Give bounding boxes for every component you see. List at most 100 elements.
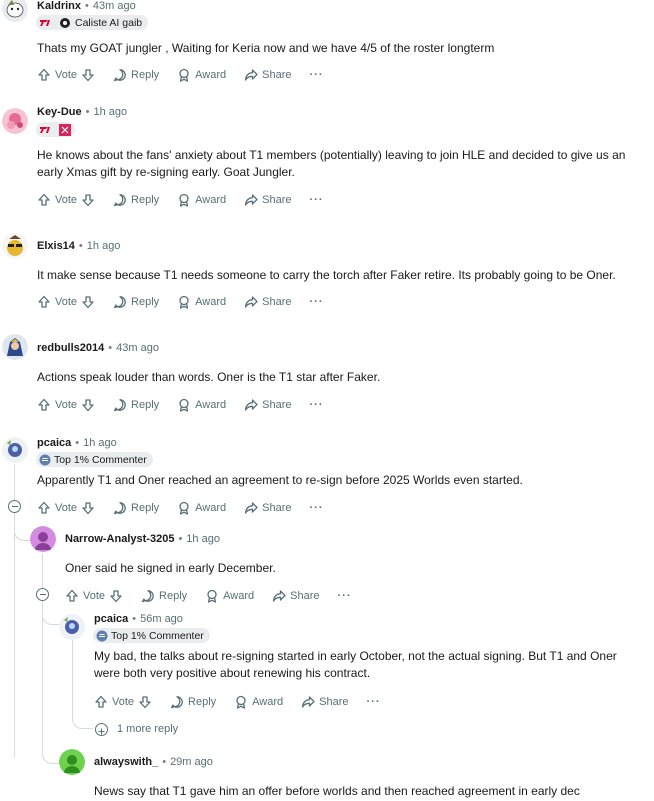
avatar[interactable] xyxy=(2,437,28,463)
timestamp[interactable]: 1h ago xyxy=(83,437,117,449)
more-options-button[interactable]: ··· xyxy=(310,399,324,411)
award-button[interactable]: Award xyxy=(177,501,226,515)
share-icon xyxy=(244,502,258,514)
upvote-icon[interactable] xyxy=(37,193,51,207)
username[interactable]: Elxis14 xyxy=(37,240,75,252)
upvote-icon[interactable] xyxy=(37,398,51,412)
reply-button[interactable]: Reply xyxy=(113,398,159,412)
timestamp[interactable]: 43m ago xyxy=(116,342,159,354)
share-button[interactable]: Share xyxy=(272,589,320,603)
upvote-icon[interactable] xyxy=(37,68,51,82)
share-button[interactable]: Share xyxy=(244,501,292,515)
award-icon xyxy=(179,193,189,207)
reply-icon xyxy=(113,399,126,412)
more-options-button[interactable]: ··· xyxy=(310,194,324,206)
avatar[interactable] xyxy=(2,108,28,134)
thread-line-pcaica-children xyxy=(14,512,15,757)
timestamp[interactable]: 1h ago xyxy=(186,533,220,545)
downvote-icon[interactable] xyxy=(138,695,152,709)
comment-body: Apparently T1 and Oner reached an agreem… xyxy=(37,473,523,487)
share-icon xyxy=(244,194,258,206)
avatar[interactable] xyxy=(2,334,28,360)
reply-button[interactable]: Reply xyxy=(141,589,187,603)
timestamp[interactable]: 29m ago xyxy=(170,756,213,768)
timestamp[interactable]: 1h ago xyxy=(93,106,127,118)
downvote-icon[interactable] xyxy=(81,398,95,412)
downvote-icon[interactable] xyxy=(81,68,95,82)
share-button[interactable]: Share xyxy=(244,193,292,207)
timestamp[interactable]: 43m ago xyxy=(93,0,136,12)
emblem-icon xyxy=(59,123,71,136)
share-button[interactable]: Share xyxy=(244,398,292,412)
reply-icon xyxy=(113,296,126,309)
username[interactable]: Key-Due xyxy=(37,106,82,118)
avatar[interactable] xyxy=(59,749,85,775)
username[interactable]: Narrow-Analyst-3205 xyxy=(65,533,174,545)
username[interactable]: pcaica xyxy=(37,437,71,449)
avatar[interactable] xyxy=(2,0,28,22)
username[interactable]: redbulls2014 xyxy=(37,342,104,354)
user-flair: Top 1% Commenter xyxy=(93,628,210,643)
reply-button[interactable]: Reply xyxy=(113,295,159,309)
separator-dot: • xyxy=(85,0,89,12)
thread-curve-more-replies xyxy=(72,714,93,729)
award-button[interactable]: Award xyxy=(177,68,226,82)
reply-button[interactable]: Reply xyxy=(170,695,216,709)
expand-replies-icon[interactable] xyxy=(95,723,108,736)
award-button[interactable]: Award xyxy=(205,589,254,603)
thread-line-narrow-children xyxy=(42,600,43,746)
more-options-button[interactable]: ··· xyxy=(338,590,352,602)
collapse-thread-button[interactable] xyxy=(36,588,49,601)
timestamp[interactable]: 1h ago xyxy=(87,240,121,252)
comment-actions: Vote Reply Award Share ··· xyxy=(37,66,324,84)
downvote-icon[interactable] xyxy=(81,193,95,207)
flair-text: Caliste AI gaib xyxy=(75,16,143,29)
timestamp[interactable]: 56m ago xyxy=(140,613,183,625)
top-commenter-icon xyxy=(96,630,108,641)
share-button[interactable]: Share xyxy=(244,68,292,82)
avatar[interactable] xyxy=(30,526,56,552)
more-options-button[interactable]: ··· xyxy=(367,696,381,708)
avatar[interactable] xyxy=(59,614,85,640)
comment-actions: Vote Reply Award Share ··· xyxy=(37,396,324,414)
more-replies-link[interactable]: 1 more reply xyxy=(117,723,178,735)
award-button[interactable]: Award xyxy=(177,295,226,309)
share-icon xyxy=(244,399,258,411)
upvote-icon[interactable] xyxy=(37,295,51,309)
thread-curve-alwayswith xyxy=(42,745,59,764)
upvote-icon[interactable] xyxy=(37,501,51,515)
share-button[interactable]: Share xyxy=(301,695,349,709)
upvote-icon[interactable] xyxy=(94,695,108,709)
comment-actions: Vote Reply Award Share ··· xyxy=(37,191,324,209)
thread-curve-narrow xyxy=(14,520,31,541)
separator-dot: • xyxy=(108,342,113,354)
user-flair: Caliste AI gaib xyxy=(36,15,149,30)
more-options-button[interactable]: ··· xyxy=(310,69,324,81)
comment-actions: Vote Reply Award Share ··· xyxy=(94,693,381,711)
vote-group: Vote xyxy=(94,695,152,709)
award-button[interactable]: Award xyxy=(177,398,226,412)
username[interactable]: alwayswith_ xyxy=(94,756,158,768)
comment-actions: Vote Reply Award Share ··· xyxy=(37,293,324,311)
upvote-icon[interactable] xyxy=(65,589,79,603)
downvote-icon[interactable] xyxy=(81,295,95,309)
thread-line-pcaica-reply xyxy=(72,640,73,720)
award-button[interactable]: Award xyxy=(234,695,283,709)
more-options-button[interactable]: ··· xyxy=(310,296,324,308)
share-button[interactable]: Share xyxy=(244,295,292,309)
more-options-button[interactable]: ··· xyxy=(310,502,324,514)
flair-text: Top 1% Commenter xyxy=(111,629,204,642)
username[interactable]: pcaica xyxy=(94,613,128,625)
downvote-icon[interactable] xyxy=(109,589,123,603)
reply-button[interactable]: Reply xyxy=(113,193,159,207)
downvote-icon[interactable] xyxy=(81,501,95,515)
avatar[interactable] xyxy=(2,233,28,259)
reply-icon xyxy=(141,590,154,603)
collapse-thread-button[interactable] xyxy=(8,500,21,513)
comment-actions: Vote Reply Award Share ··· xyxy=(65,587,352,605)
reply-button[interactable]: Reply xyxy=(113,501,159,515)
award-button[interactable]: Award xyxy=(177,193,226,207)
username[interactable]: Kaldrinx xyxy=(37,0,81,12)
reply-button[interactable]: Reply xyxy=(113,68,159,82)
vote-label: Vote xyxy=(55,69,78,81)
